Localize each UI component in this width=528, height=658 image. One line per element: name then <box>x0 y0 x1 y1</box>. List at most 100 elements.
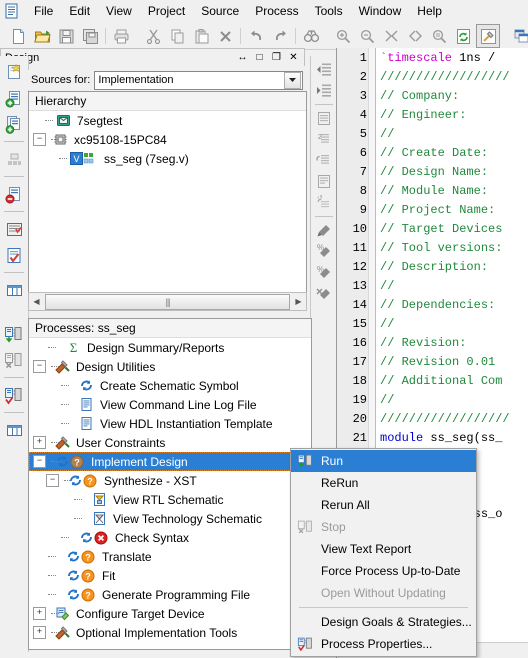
device-properties-icon[interactable] <box>2 147 26 171</box>
processes-panel[interactable]: Processes: ss_seg Σ Design Summary/Report… <box>28 318 312 650</box>
context-menu-item[interactable]: Run <box>291 450 476 472</box>
menu-window[interactable]: Window <box>351 2 410 20</box>
code-line[interactable]: 3 // Company: <box>337 86 528 105</box>
tree-expander-minus[interactable]: − <box>33 455 46 468</box>
align-lines-icon[interactable] <box>313 108 335 129</box>
bookmark-clear-icon[interactable] <box>313 283 335 304</box>
open-folder-icon[interactable] <box>31 25 53 47</box>
process-item[interactable]: − Design Utilities <box>29 357 311 376</box>
code-line[interactable]: 9 // Project Name: <box>337 200 528 219</box>
tree-expander-plus[interactable]: + <box>33 436 46 449</box>
process-item[interactable]: Σ Design Summary/Reports <box>29 338 311 357</box>
process-context-menu[interactable]: Run ReRun Rerun All Stop View Text Report For… <box>290 448 477 657</box>
remove-source-icon[interactable] <box>2 182 26 206</box>
context-menu-item[interactable]: Design Goals & Strategies... <box>291 611 476 633</box>
code-line[interactable]: 1 `timescale 1ns / <box>337 48 528 67</box>
design-summary-icon[interactable] <box>2 217 26 241</box>
code-line[interactable]: 19 // <box>337 390 528 409</box>
code-line[interactable]: 20 ////////////////// <box>337 409 528 428</box>
uncomment-icon[interactable] <box>313 150 335 171</box>
menu-source[interactable]: Source <box>193 2 247 20</box>
menu-file[interactable]: File <box>26 2 61 20</box>
hierarchy-tree[interactable]: Hierarchy 7segtest − xc95108-15PC84 V ss… <box>28 91 307 293</box>
process-item[interactable]: + User Constraints <box>29 433 311 452</box>
zoom-shrink-icon[interactable] <box>404 25 426 47</box>
process-item[interactable]: View RTL Schematic <box>29 490 311 509</box>
menu-tools[interactable]: Tools <box>307 2 351 20</box>
format-block-icon[interactable] <box>313 171 335 192</box>
context-menu-item[interactable]: Rerun All <box>291 494 476 516</box>
process-item[interactable]: View Command Line Log File <box>29 395 311 414</box>
process-item[interactable]: + Configure Target Device <box>29 604 311 623</box>
resize-arrows-icon[interactable]: ↔ <box>237 52 248 63</box>
context-menu-item[interactable]: Force Process Up-to-Date <box>291 560 476 582</box>
scroll-right-icon[interactable]: ▶ <box>291 294 306 309</box>
menu-edit[interactable]: Edit <box>61 2 98 20</box>
menu-project[interactable]: Project <box>140 2 193 20</box>
process-item[interactable]: ? Generate Programming File <box>29 585 311 604</box>
zoom-fit-icon[interactable] <box>380 25 402 47</box>
code-line[interactable]: 5 // <box>337 124 528 143</box>
code-line[interactable]: 7 // Design Name: <box>337 162 528 181</box>
tree-item-7segtest[interactable]: 7segtest <box>29 111 306 130</box>
tree-expander-minus[interactable]: − <box>46 474 59 487</box>
close-icon[interactable]: ✕ <box>288 52 299 63</box>
undo-arrow-icon[interactable] <box>245 25 267 47</box>
delete-x-icon[interactable] <box>214 25 236 47</box>
bookmark-prev-icon[interactable]: % <box>313 262 335 283</box>
chevron-down-icon[interactable] <box>284 71 301 89</box>
outdent-icon[interactable] <box>313 59 335 80</box>
context-menu-item[interactable]: Process Properties... <box>291 633 476 655</box>
zoom-select-icon[interactable] <box>428 25 450 47</box>
processes-tree[interactable]: Σ Design Summary/Reports − Design Utilities… <box>29 338 311 642</box>
stop-process-icon[interactable] <box>2 348 26 372</box>
maximize-icon[interactable]: □ <box>254 52 265 63</box>
code-line[interactable]: 4 // Engineer: <box>337 105 528 124</box>
scrollbar-thumb[interactable]: ||| <box>45 293 290 310</box>
code-line[interactable]: 14 // Dependencies: <box>337 295 528 314</box>
check-design-icon[interactable] <box>2 243 26 267</box>
process-item[interactable]: ? Translate <box>29 547 311 566</box>
undo-format-icon[interactable]: ↺ <box>313 192 335 213</box>
process-item[interactable]: −? Synthesize - XST <box>29 471 311 490</box>
code-line[interactable]: 18 // Additional Com <box>337 371 528 390</box>
hammer-icon[interactable] <box>476 24 500 48</box>
run-process-icon[interactable] <box>2 322 26 346</box>
tree-expander-minus[interactable]: − <box>33 133 46 146</box>
code-line[interactable]: 2 ////////////////// <box>337 67 528 86</box>
code-line[interactable]: 6 // Create Date: <box>337 143 528 162</box>
toggle-comment-icon[interactable]: 2 <box>313 129 335 150</box>
add-copy-source-icon[interactable] <box>2 112 26 136</box>
context-menu-item[interactable]: View Text Report <box>291 538 476 560</box>
zoom-in-icon[interactable] <box>332 25 354 47</box>
code-line[interactable]: 8 // Module Name: <box>337 181 528 200</box>
scroll-left-icon[interactable]: ◀ <box>29 294 44 309</box>
context-menu-item[interactable]: ReRun <box>291 472 476 494</box>
panel-layout-icon[interactable] <box>2 278 26 302</box>
new-file-icon[interactable] <box>7 25 29 47</box>
paste-icon[interactable] <box>190 25 212 47</box>
process-item[interactable]: View HDL Instantiation Template <box>29 414 311 433</box>
design-horizontal-scrollbar[interactable]: ◀ ||| ▶ <box>28 292 307 311</box>
redo-arrow-icon[interactable] <box>269 25 291 47</box>
refresh-icon[interactable] <box>452 25 474 47</box>
code-line[interactable]: 10 // Target Devices <box>337 219 528 238</box>
code-line[interactable]: 16 // Revision: <box>337 333 528 352</box>
code-line[interactable]: 17 // Revision 0.01 <box>337 352 528 371</box>
code-line[interactable]: 21 module ss_seg(ss_ <box>337 428 528 447</box>
tree-expander-plus[interactable]: + <box>33 607 46 620</box>
sources-for-dropdown[interactable]: Implementation <box>94 70 303 90</box>
process-properties-icon[interactable] <box>2 383 26 407</box>
cascade-windows-icon[interactable] <box>510 25 528 47</box>
print-icon[interactable] <box>110 25 132 47</box>
save-icon[interactable] <box>55 25 77 47</box>
menu-view[interactable]: View <box>98 2 140 20</box>
tree-expander-plus[interactable]: + <box>33 626 46 639</box>
save-all-icon[interactable] <box>79 25 101 47</box>
process-item[interactable]: ? Fit <box>29 566 311 585</box>
new-source-icon[interactable] <box>2 60 26 84</box>
restore-icon[interactable]: ❐ <box>271 52 282 63</box>
cut-scissors-icon[interactable] <box>142 25 164 47</box>
process-item[interactable]: View Technology Schematic <box>29 509 311 528</box>
zoom-out-icon[interactable] <box>356 25 378 47</box>
